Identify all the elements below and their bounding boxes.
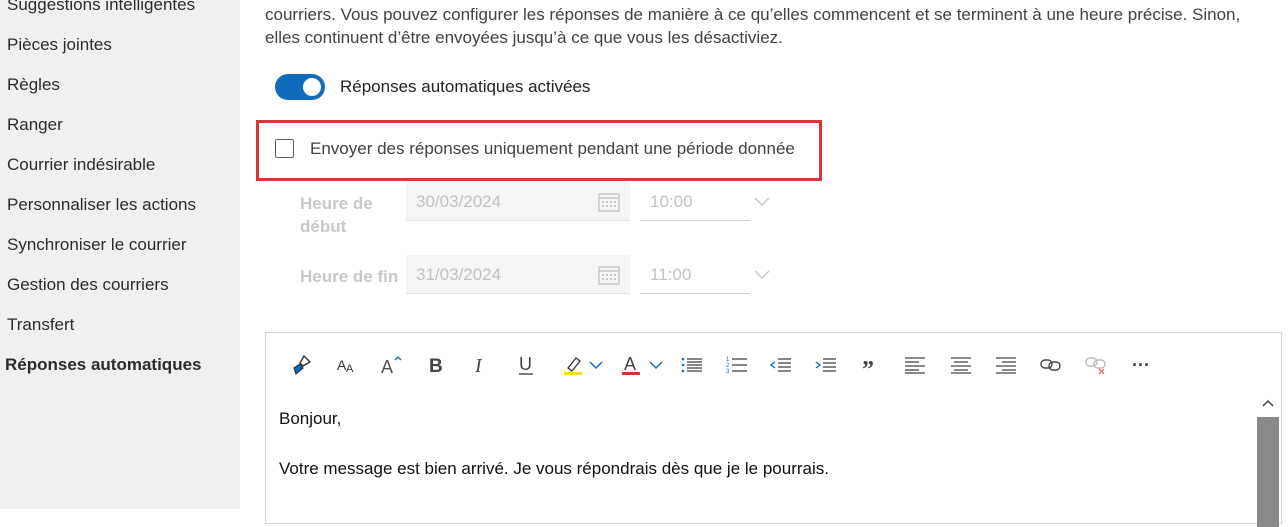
sidebar-item-attachments[interactable]: Pièces jointes	[7, 35, 112, 55]
svg-text:A: A	[346, 363, 354, 375]
end-date-value: 31/03/2024	[416, 265, 502, 284]
automatic-replies-toggle[interactable]	[275, 74, 325, 100]
svg-text:A: A	[381, 357, 393, 376]
toggle-knob	[303, 78, 321, 96]
bold-icon[interactable]: B	[426, 353, 446, 377]
settings-sidebar: Suggestions intelligentes Pièces jointes…	[0, 0, 240, 509]
description-line-1: courriers. Vous pouvez configurer les ré…	[265, 5, 1241, 24]
description-line-2: elles continuent d’être envoyées jusqu’à…	[265, 28, 783, 47]
align-left-icon[interactable]	[903, 353, 927, 377]
numbered-list-icon[interactable]: 123	[725, 353, 749, 377]
start-time-label-line2: début	[300, 217, 347, 236]
svg-text:B: B	[429, 356, 443, 375]
bullet-list-icon[interactable]	[680, 353, 704, 377]
svg-text:A: A	[624, 354, 636, 374]
underline-icon[interactable]: U	[516, 353, 536, 377]
end-time-dropdown[interactable]: 11:00	[640, 255, 770, 294]
calendar-icon[interactable]	[598, 192, 620, 217]
remove-link-icon[interactable]	[1084, 353, 1108, 377]
quote-icon[interactable]: ”	[859, 353, 879, 377]
svg-text:U: U	[519, 354, 532, 374]
insert-link-icon[interactable]	[1039, 353, 1063, 377]
font-case-icon[interactable]: A	[380, 353, 404, 377]
send-during-period-checkbox[interactable]	[275, 139, 294, 158]
align-right-icon[interactable]	[994, 353, 1018, 377]
sidebar-item-automatic-replies[interactable]: Réponses automatiques	[5, 355, 202, 375]
start-date-value: 30/03/2024	[416, 192, 502, 211]
sidebar-item-junk[interactable]: Courrier indésirable	[7, 155, 155, 175]
more-options-button[interactable]: ···	[1128, 353, 1154, 377]
start-time-value: 10:00	[650, 192, 693, 211]
sidebar-item-rules[interactable]: Règles	[7, 75, 60, 95]
svg-text:I: I	[474, 355, 483, 375]
svg-text:3: 3	[726, 369, 730, 374]
scrollbar-thumb[interactable]	[1257, 417, 1279, 527]
end-date-picker[interactable]: 31/03/2024	[406, 255, 630, 294]
chevron-down-icon[interactable]	[648, 353, 664, 377]
increase-indent-icon[interactable]	[814, 353, 838, 377]
highlight-color-icon[interactable]	[561, 353, 585, 377]
start-time-dropdown[interactable]: 10:00	[640, 182, 770, 221]
start-date-picker[interactable]: 30/03/2024	[406, 182, 630, 221]
format-painter-icon[interactable]	[290, 353, 314, 377]
message-body[interactable]: Votre message est bien arrivé. Je vous r…	[279, 459, 829, 479]
description-text: courriers. Vous pouvez configurer les ré…	[265, 3, 1265, 49]
svg-text:”: ”	[862, 357, 874, 373]
sidebar-item-sweep[interactable]: Ranger	[7, 115, 63, 135]
toggle-label: Réponses automatiques activées	[340, 77, 591, 96]
sidebar-item-forwarding[interactable]: Transfert	[7, 315, 74, 335]
chevron-down-icon	[754, 267, 770, 285]
chevron-down-icon[interactable]	[588, 353, 604, 377]
font-size-icon[interactable]: AA	[335, 353, 359, 377]
italic-icon[interactable]: I	[471, 353, 491, 377]
send-during-period-label[interactable]: Envoyer des réponses uniquement pendant …	[310, 139, 795, 159]
scroll-up-icon[interactable]	[1261, 395, 1275, 409]
sidebar-item-sync-email[interactable]: Synchroniser le courrier	[7, 235, 187, 255]
automatic-replies-panel: courriers. Vous pouvez configurer les ré…	[240, 0, 1288, 527]
align-center-icon[interactable]	[949, 353, 973, 377]
message-editor: AA A B I U A 123 ” ··· Bonjour, Votre me…	[265, 332, 1282, 527]
calendar-icon[interactable]	[598, 265, 620, 290]
sidebar-item-customize-actions[interactable]: Personnaliser les actions	[7, 195, 196, 215]
font-color-icon[interactable]: A	[619, 353, 643, 377]
sidebar-item-suggestions[interactable]: Suggestions intelligentes	[7, 0, 195, 15]
end-time-value: 11:00	[650, 265, 692, 284]
sidebar-item-message-handling[interactable]: Gestion des courriers	[7, 275, 169, 295]
start-time-label-line1: Heure de	[300, 194, 373, 213]
end-time-label: Heure de fin	[300, 267, 399, 286]
decrease-indent-icon[interactable]	[769, 353, 793, 377]
message-greeting[interactable]: Bonjour,	[279, 409, 341, 429]
chevron-down-icon	[754, 194, 770, 212]
start-time-label: Heure de début	[300, 192, 373, 238]
